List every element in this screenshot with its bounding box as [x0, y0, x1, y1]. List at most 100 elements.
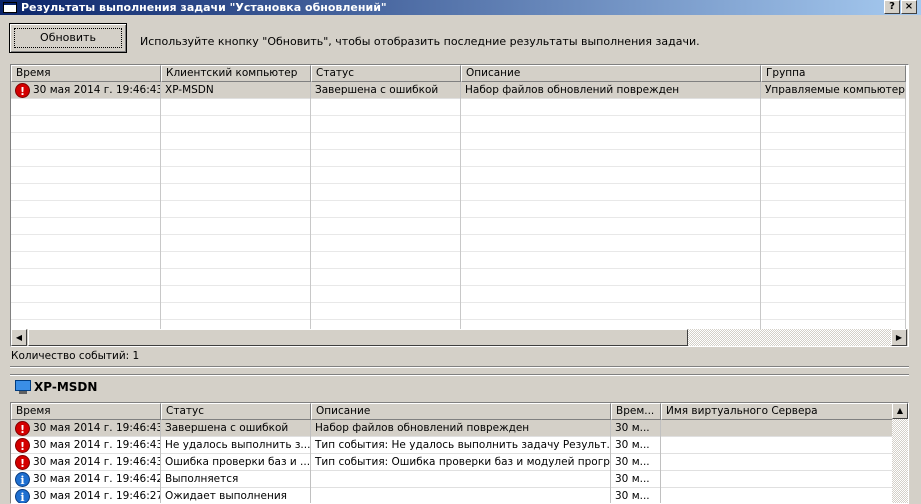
help-button[interactable]: ?: [884, 0, 900, 14]
cell-text: Завершена с ошибкой: [315, 84, 439, 96]
table-cell: [661, 454, 894, 471]
table-cell: Завершена с ошибкой: [161, 420, 311, 437]
table-cell: Выполняется: [161, 471, 311, 488]
error-icon: !: [15, 421, 30, 436]
cell-text: 30 м...: [615, 439, 650, 451]
cell-text: 30 мая 2014 г. 19:46:43: [33, 84, 161, 96]
details-header-3[interactable]: Врем...: [611, 403, 661, 420]
table-row[interactable]: ! 30 мая 2014 г. 19:46:43 Завершена с ошиб…: [11, 420, 894, 437]
table-cell: ! 30 мая 2014 г. 19:46:43: [11, 82, 161, 99]
cell-text: Выполняется: [165, 473, 239, 485]
empty-row: [11, 218, 906, 235]
table-cell: [661, 437, 894, 454]
cell-text: 30 м...: [615, 473, 650, 485]
details-table[interactable]: Время Статус Описание Врем... Имя виртуально…: [10, 402, 909, 504]
close-button[interactable]: ×: [901, 0, 917, 14]
cell-text: Тип события: Не удалось выполнить задачу…: [315, 439, 611, 451]
cell-text: Завершена с ошибкой: [165, 422, 289, 434]
horizontal-scrollbar[interactable]: ◀ ▶: [11, 329, 908, 346]
info-icon: i: [15, 489, 30, 503]
cell-text: 30 мая 2014 г. 19:46:27: [33, 490, 161, 502]
empty-row: [11, 99, 906, 116]
results-table-header: Время Клиентский компьютер Статус Описание Г…: [11, 65, 906, 82]
table-row[interactable]: ! 30 мая 2014 г. 19:46:43 Ошибка проверки …: [11, 454, 894, 471]
results-header-2[interactable]: Статус: [311, 65, 461, 82]
table-cell: Набор файлов обновлений поврежден: [461, 82, 761, 99]
cell-text: 30 м...: [615, 456, 650, 468]
table-cell: Не удалось выполнить з...: [161, 437, 311, 454]
details-header-4[interactable]: Имя виртуального Сервера: [661, 403, 894, 420]
table-cell: [661, 488, 894, 503]
cell-text: 30 м...: [615, 422, 650, 434]
table-row[interactable]: ! 30 мая 2014 г. 19:46:43 Не удалось выпол…: [11, 437, 894, 454]
table-cell: Управляемые компьютеры: [761, 82, 906, 99]
cell-text: Не удалось выполнить з...: [165, 439, 311, 451]
table-cell: i 30 мая 2014 г. 19:46:27: [11, 488, 161, 503]
details-header-0[interactable]: Время: [11, 403, 161, 420]
title-bar: Результаты выполнения задачи "Установка …: [0, 0, 921, 15]
cell-text: 30 мая 2014 г. 19:46:43: [33, 456, 161, 468]
scroll-left-icon[interactable]: ◀: [11, 329, 27, 346]
table-cell: Набор файлов обновлений поврежден: [311, 420, 611, 437]
results-table[interactable]: Время Клиентский компьютер Статус Описание Г…: [10, 64, 909, 347]
divider: [10, 374, 909, 376]
vertical-scrollbar[interactable]: ▲: [892, 403, 908, 503]
empty-row: [11, 133, 906, 150]
refresh-hint: Используйте кнопку "Обновить", чтобы ото…: [140, 35, 700, 48]
results-header-1[interactable]: Клиентский компьютер: [161, 65, 311, 82]
cell-text: Тип события: Ошибка проверки баз и модул…: [315, 456, 611, 468]
error-icon: !: [15, 455, 30, 470]
cell-text: Управляемые компьютеры: [765, 84, 906, 96]
empty-row: [11, 150, 906, 167]
error-icon: !: [15, 438, 30, 453]
cell-text: 30 мая 2014 г. 19:46:43: [33, 422, 161, 434]
table-cell: 30 м...: [611, 471, 661, 488]
table-cell: i 30 мая 2014 г. 19:46:42: [11, 471, 161, 488]
empty-row: [11, 303, 906, 320]
table-cell: ! 30 мая 2014 г. 19:46:43: [11, 454, 161, 471]
cell-text: Ошибка проверки баз и ...: [165, 456, 311, 468]
table-cell: Ожидает выполнения: [161, 488, 311, 503]
details-header-1[interactable]: Статус: [161, 403, 311, 420]
results-header-0[interactable]: Время: [11, 65, 161, 82]
refresh-button[interactable]: Обновить: [9, 23, 127, 53]
info-icon: i: [15, 472, 30, 487]
table-cell: [661, 471, 894, 488]
cell-text: 30 мая 2014 г. 19:46:42: [33, 473, 161, 485]
empty-row: [11, 252, 906, 269]
table-row[interactable]: i 30 мая 2014 г. 19:46:42 Выполняется 30 м.…: [11, 471, 894, 488]
table-row[interactable]: i 30 мая 2014 г. 19:46:27 Ожидает выполнен…: [11, 488, 894, 503]
empty-row: [11, 167, 906, 184]
client-title: XP-MSDN: [34, 380, 98, 394]
details-header-2[interactable]: Описание: [311, 403, 611, 420]
computer-icon: [15, 380, 31, 394]
cell-text: Набор файлов обновлений поврежден: [465, 84, 680, 96]
window-icon[interactable]: [3, 2, 17, 13]
focus-rect: [14, 28, 122, 48]
table-cell: [661, 420, 894, 437]
results-header-3[interactable]: Описание: [461, 65, 761, 82]
empty-row: [11, 201, 906, 218]
table-cell: 30 м...: [611, 420, 661, 437]
divider: [10, 366, 909, 368]
table-cell: Тип события: Не удалось выполнить задачу…: [311, 437, 611, 454]
scroll-up-icon[interactable]: ▲: [892, 403, 908, 419]
table-row[interactable]: ! 30 мая 2014 г. 19:46:43 XP-MSDN Завершена…: [11, 82, 906, 99]
scrollbar-track[interactable]: [688, 329, 891, 346]
table-cell: ! 30 мая 2014 г. 19:46:43: [11, 420, 161, 437]
empty-row: [11, 235, 906, 252]
empty-row: [11, 269, 906, 286]
table-cell: Тип события: Ошибка проверки баз и модул…: [311, 454, 611, 471]
details-table-header: Время Статус Описание Врем... Имя виртуально…: [11, 403, 894, 420]
table-cell: 30 м...: [611, 454, 661, 471]
scrollbar-thumb[interactable]: [28, 329, 688, 346]
empty-row: [11, 286, 906, 303]
event-count: Количество событий: 1: [11, 350, 140, 362]
scroll-right-icon[interactable]: ▶: [891, 329, 907, 346]
table-cell: 30 м...: [611, 488, 661, 503]
error-icon: !: [15, 83, 30, 98]
cell-text: Набор файлов обновлений поврежден: [315, 422, 530, 434]
toolbar: Обновить Используйте кнопку "Обновить", …: [0, 15, 921, 60]
results-header-4[interactable]: Группа: [761, 65, 906, 82]
table-cell: Ошибка проверки баз и ...: [161, 454, 311, 471]
